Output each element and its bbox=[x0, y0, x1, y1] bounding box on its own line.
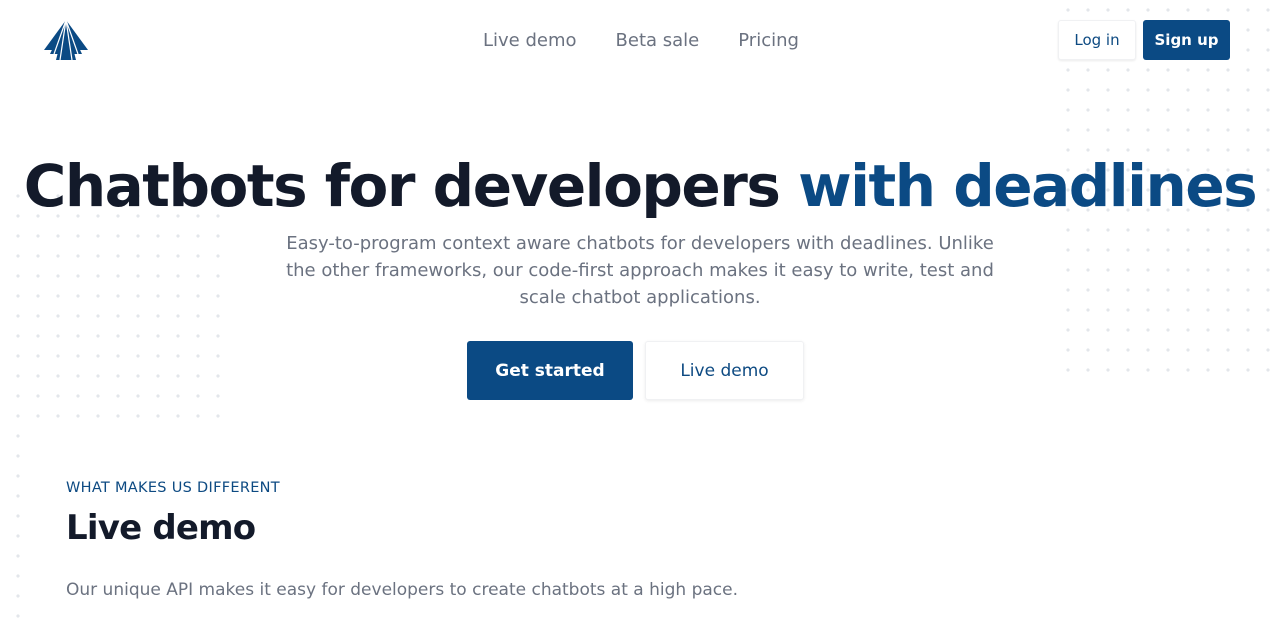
nav-item-beta-sale[interactable]: Beta sale bbox=[616, 28, 700, 54]
hero-title-main: Chatbots for developers bbox=[23, 152, 799, 220]
login-button[interactable]: Log in bbox=[1058, 20, 1136, 60]
hero-title: Chatbots for developers with deadlines bbox=[0, 150, 1280, 222]
nav-item-pricing[interactable]: Pricing bbox=[738, 28, 799, 54]
triangle-logo-icon[interactable] bbox=[42, 19, 90, 62]
nav-item-live-demo[interactable]: Live demo bbox=[483, 28, 577, 54]
section-description: Our unique API makes it easy for develop… bbox=[66, 580, 738, 600]
get-started-button[interactable]: Get started bbox=[467, 341, 633, 400]
hero-subtitle: Easy-to-program context aware chatbots f… bbox=[286, 233, 994, 308]
section-title: Live demo bbox=[66, 508, 256, 548]
site-header: Live demo Beta sale Pricing Log in Sign … bbox=[0, 0, 1280, 82]
signup-button[interactable]: Sign up bbox=[1143, 20, 1230, 60]
live-demo-button[interactable]: Live demo bbox=[645, 341, 804, 400]
section-eyebrow: WHAT MAKES US DIFFERENT bbox=[66, 480, 280, 496]
hero-title-accent: with deadlines bbox=[798, 152, 1258, 220]
main-nav: Live demo Beta sale Pricing bbox=[483, 28, 799, 54]
